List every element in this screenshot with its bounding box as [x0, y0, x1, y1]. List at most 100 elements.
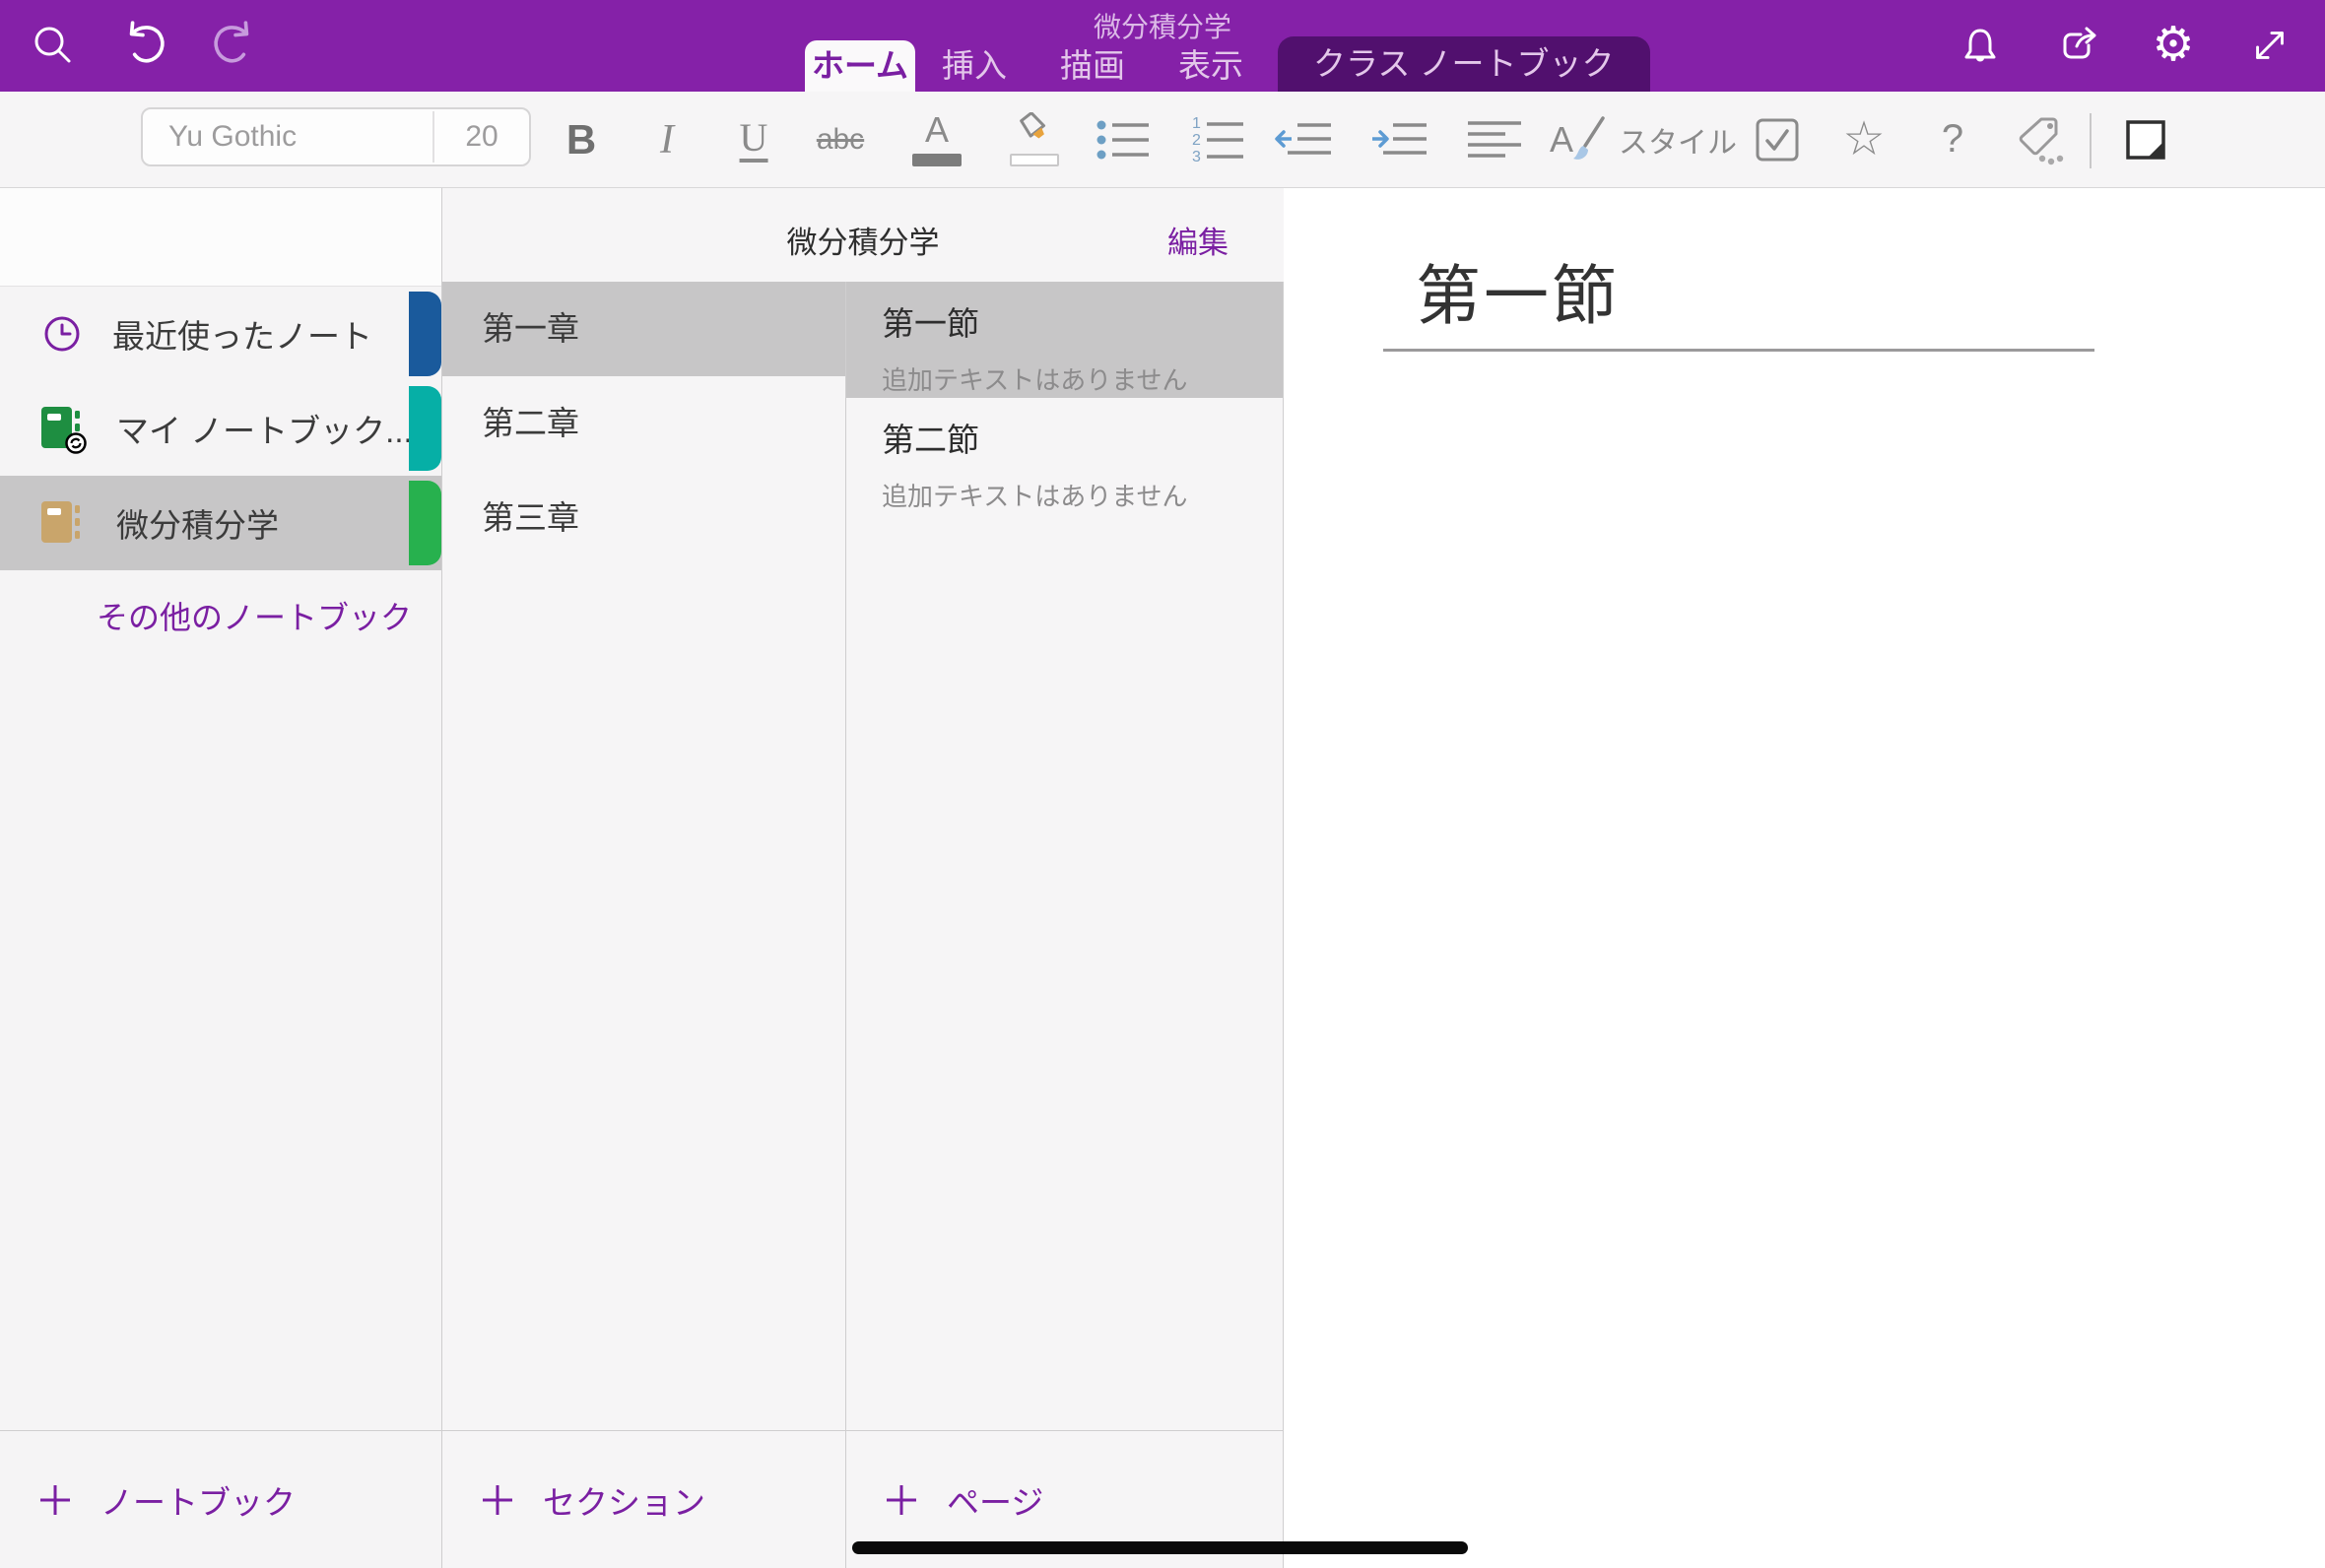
sidebar-item-label: 最近使ったノート	[112, 310, 372, 358]
bold-icon: B	[566, 116, 596, 163]
notebook-pane-columns: 第一章 第二章 第三章 セクション 第一節 追加テキストはありません	[442, 282, 1284, 1568]
add-notebook-button[interactable]: ノートブック	[0, 1430, 441, 1568]
underline-icon: U	[740, 117, 768, 163]
search-icon	[30, 22, 77, 69]
notebook-sync-icon	[39, 403, 89, 454]
strikethrough-button[interactable]: abc	[817, 92, 864, 187]
page-template-button[interactable]	[2122, 92, 2169, 187]
tab-home[interactable]: ホーム	[805, 40, 915, 92]
todo-tag-button[interactable]	[1754, 92, 1801, 187]
highlighter-button[interactable]	[1009, 92, 1060, 187]
page-item-2[interactable]: 第二節 追加テキストはありません	[846, 398, 1283, 514]
topbar-left-actions	[26, 18, 262, 73]
undo-icon	[117, 19, 170, 72]
bullet-list-button[interactable]	[1096, 92, 1153, 187]
numbered-list-button[interactable]: 1 2 3	[1190, 92, 1247, 187]
top-bar: 微分積分学	[0, 0, 2325, 92]
font-color-button[interactable]: A	[912, 92, 962, 187]
main-area: 最近使ったノート マイ ノートブック...	[0, 188, 2325, 1568]
important-tag-button[interactable]: ☆	[1842, 92, 1885, 187]
sidebar-item-calculus[interactable]: 微分積分学	[0, 476, 441, 570]
highlighter-icon	[1009, 112, 1060, 152]
section-item-1[interactable]: 第一章	[442, 282, 845, 376]
notebook-icon	[39, 497, 89, 549]
format-toolbar: Yu Gothic 20 B I U abc A	[0, 92, 2325, 188]
topbar-right-actions: ⚙	[1953, 18, 2297, 73]
fullscreen-button[interactable]	[2242, 18, 2297, 73]
numbered-list-icon: 1 2 3	[1190, 115, 1247, 164]
svg-text:1: 1	[1192, 115, 1201, 132]
notebook-pane: 微分積分学 編集 第一章 第二章 第三章 セクション	[442, 188, 1284, 1568]
settings-button[interactable]: ⚙	[2146, 18, 2201, 73]
bold-button[interactable]: B	[566, 92, 596, 187]
notebook-color-tab-green	[409, 481, 441, 565]
redo-button[interactable]	[207, 18, 262, 73]
notebook-color-tab-blue	[409, 292, 441, 376]
notebook-pane-header: 微分積分学 編集	[442, 188, 1284, 282]
page-item-1[interactable]: 第一節 追加テキストはありません	[846, 282, 1283, 398]
outdent-icon	[1274, 117, 1335, 163]
notebooks-sidebar: 最近使ったノート マイ ノートブック...	[0, 188, 442, 1568]
redo-icon	[208, 19, 261, 72]
add-notebook-label: ノートブック	[100, 1476, 296, 1524]
alignment-icon	[1466, 117, 1523, 163]
page-subtitle: 追加テキストはありません	[882, 360, 1283, 397]
sidebar-header-spacer	[0, 188, 441, 287]
page-canvas[interactable]: 第一節	[1284, 188, 2325, 1568]
notifications-button[interactable]	[1953, 18, 2008, 73]
styles-brush-icon	[1563, 114, 1607, 165]
sidebar-item-recent-notes[interactable]: 最近使ったノート	[0, 287, 441, 381]
styles-label: スタイル	[1619, 118, 1737, 162]
page-title: 第二節	[882, 414, 1283, 461]
more-notebooks-link[interactable]: その他のノートブック	[0, 586, 441, 649]
pages-column: 第一節 追加テキストはありません 第二節 追加テキストはありません ページ	[846, 282, 1284, 1568]
svg-text:2: 2	[1192, 132, 1201, 149]
highlighter-swatch	[1010, 154, 1059, 166]
sidebar-item-my-notebooks[interactable]: マイ ノートブック...	[0, 381, 441, 476]
section-item-3[interactable]: 第三章	[442, 471, 845, 565]
tab-class-notebook[interactable]: クラス ノートブック	[1278, 36, 1650, 92]
styles-button[interactable]: A スタイル	[1550, 92, 1737, 187]
edit-button[interactable]: 編集	[1167, 218, 1229, 262]
page-subtitle: 追加テキストはありません	[882, 477, 1283, 513]
page-title: 第一節	[882, 297, 1283, 345]
undo-button[interactable]	[116, 18, 171, 73]
star-icon: ☆	[1842, 116, 1885, 163]
font-color-icon: A	[925, 112, 949, 148]
notebook-color-tab-teal	[409, 386, 441, 471]
outdent-button[interactable]	[1274, 92, 1335, 187]
sidebar-item-label: 微分積分学	[116, 499, 279, 547]
add-section-button[interactable]: セクション	[442, 1430, 845, 1568]
font-picker[interactable]: Yu Gothic 20	[141, 107, 531, 166]
section-item-2[interactable]: 第二章	[442, 376, 845, 471]
indent-button[interactable]	[1369, 92, 1430, 187]
underline-button[interactable]: U	[740, 92, 768, 187]
home-indicator-bar[interactable]	[852, 1541, 1468, 1554]
title-underline	[1383, 349, 2094, 352]
svg-text:3: 3	[1192, 149, 1201, 164]
italic-button[interactable]: I	[660, 92, 674, 187]
share-button[interactable]	[2049, 18, 2104, 73]
alignment-button[interactable]	[1466, 92, 1523, 187]
page-canvas-title[interactable]: 第一節	[1416, 243, 1620, 338]
gear-icon: ⚙	[2152, 22, 2194, 69]
plus-icon	[882, 1480, 921, 1520]
font-color-swatch	[912, 154, 962, 166]
tab-draw[interactable]: 描画	[1033, 40, 1152, 92]
share-icon	[2053, 22, 2100, 69]
question-tag-button[interactable]: ?	[1942, 92, 1963, 187]
tab-insert[interactable]: 挿入	[915, 40, 1033, 92]
clock-icon	[39, 311, 85, 357]
more-tags-button[interactable]	[2012, 92, 2065, 187]
indent-icon	[1369, 117, 1430, 163]
font-name-value[interactable]: Yu Gothic	[143, 120, 432, 154]
add-page-label: ページ	[947, 1476, 1043, 1524]
checkbox-icon	[1754, 116, 1801, 163]
notebook-title: 微分積分学	[442, 218, 1284, 262]
sidebar-item-label: マイ ノートブック...	[116, 405, 413, 452]
tab-view[interactable]: 表示	[1152, 40, 1270, 92]
font-size-value[interactable]: 20	[432, 111, 529, 163]
search-button[interactable]	[26, 18, 81, 73]
question-icon: ?	[1942, 117, 1963, 162]
add-section-label: セクション	[543, 1476, 705, 1524]
